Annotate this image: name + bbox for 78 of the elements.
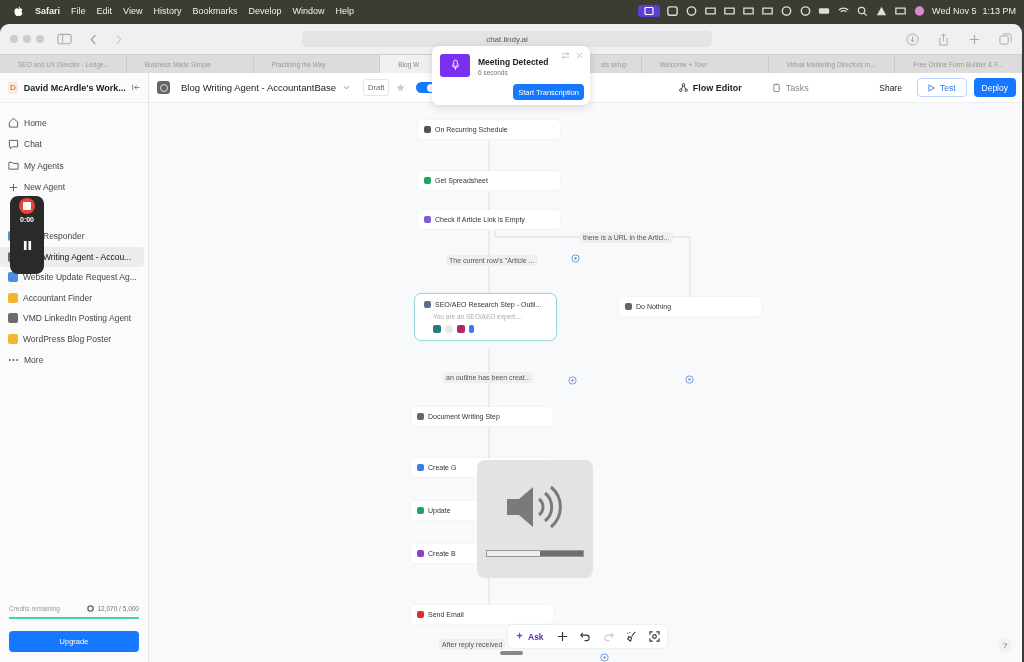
menu-item[interactable]: Develop: [248, 6, 282, 16]
agent-icon: [424, 301, 431, 308]
apple-icon[interactable]: [14, 5, 23, 17]
menu-item[interactable]: History: [153, 6, 182, 16]
status-icon[interactable]: [875, 5, 889, 17]
microphone-icon: [440, 54, 470, 77]
agent-item[interactable]: Website Update Request Ag...: [0, 267, 144, 288]
folder-icon: [8, 160, 19, 172]
status-icon[interactable]: [685, 5, 699, 17]
status-icon[interactable]: [638, 5, 661, 17]
noop-icon: [625, 303, 632, 310]
menu-item[interactable]: Bookmarks: [192, 6, 238, 16]
home-icon: [8, 117, 19, 129]
status-icon[interactable]: [704, 5, 718, 17]
flow-icon: [678, 83, 688, 92]
add-step-icon[interactable]: [568, 376, 577, 385]
menu-item[interactable]: Window: [292, 6, 325, 16]
status-icon[interactable]: [799, 5, 813, 17]
agent-avatar-icon: [157, 81, 170, 94]
status-icon[interactable]: [666, 5, 680, 17]
agent-item[interactable]: WordPress Blog Poster: [0, 328, 144, 349]
status-icon[interactable]: [894, 5, 908, 17]
schedule-icon: [424, 126, 431, 133]
search-icon[interactable]: [856, 5, 870, 17]
menu-item[interactable]: Safari: [35, 6, 60, 16]
header-tab[interactable]: Flow Editor: [678, 82, 742, 93]
scroll-handle[interactable]: [500, 651, 523, 655]
notification-title: Meeting Detected: [478, 57, 549, 67]
deploy-button[interactable]: Deploy: [973, 78, 1016, 97]
status-icon[interactable]: [723, 5, 737, 17]
menu-date: Wed Nov 5: [932, 6, 977, 16]
sheet-icon: [417, 507, 424, 514]
help-button[interactable]: ?: [998, 638, 1012, 652]
add-step-icon[interactable]: [600, 653, 609, 662]
nav-item[interactable]: Home: [0, 112, 144, 134]
status-icon[interactable]: [780, 5, 794, 17]
stop-button[interactable]: [19, 198, 35, 214]
workspace-name[interactable]: David McArdle's Work...: [23, 82, 126, 93]
chat-icon: [8, 138, 19, 150]
header-tab[interactable]: Tasks: [771, 82, 809, 93]
agent-title[interactable]: Blog Writing Agent - AccountantBase: [181, 82, 337, 93]
nav-item[interactable]: My Agents: [0, 155, 144, 177]
branch-icon: [424, 216, 431, 223]
menu-item[interactable]: Edit: [96, 6, 113, 16]
test-button[interactable]: Test: [916, 78, 967, 97]
menu-item[interactable]: Help: [335, 6, 354, 16]
sheet-icon: [424, 177, 431, 184]
app-icon: [417, 550, 424, 557]
clipboard-icon: [771, 83, 781, 92]
agent-item[interactable]: VMD LinkedIn Posting Agent: [0, 308, 144, 329]
doc-icon: [417, 464, 424, 471]
menu-item[interactable]: View: [123, 6, 143, 16]
menu-time: 1:13 PM: [982, 6, 1016, 16]
more-icon: [8, 357, 19, 362]
noop-icon: [417, 413, 424, 420]
status-icon[interactable]: [913, 5, 927, 17]
add-step-icon[interactable]: [685, 375, 694, 384]
gear-icon: [87, 605, 95, 612]
sparkle-icon: [516, 632, 525, 641]
email-icon: [417, 611, 424, 618]
status-icon[interactable]: [742, 5, 756, 17]
address-bar[interactable]: chat.lindy.ai: [302, 31, 712, 47]
status-icon[interactable]: [761, 5, 775, 17]
agent-item[interactable]: Accountant Finder: [0, 287, 144, 308]
workspace-avatar: D: [8, 81, 18, 94]
play-icon: [927, 83, 935, 92]
nav-item[interactable]: New Agent: [0, 176, 144, 198]
menu-item[interactable]: File: [71, 6, 86, 16]
add-step-icon[interactable]: [571, 254, 580, 263]
star-icon[interactable]: [396, 83, 406, 92]
collapse-sidebar-icon[interactable]: [131, 83, 140, 92]
sidebar-toggle-icon[interactable]: [57, 33, 72, 45]
battery-icon[interactable]: [818, 5, 832, 17]
pause-icon[interactable]: [22, 240, 32, 251]
nav-item[interactable]: Chat: [0, 133, 144, 155]
more-item[interactable]: More: [0, 349, 144, 371]
plus-icon: [8, 181, 19, 193]
ask-button[interactable]: Ask: [510, 628, 550, 645]
